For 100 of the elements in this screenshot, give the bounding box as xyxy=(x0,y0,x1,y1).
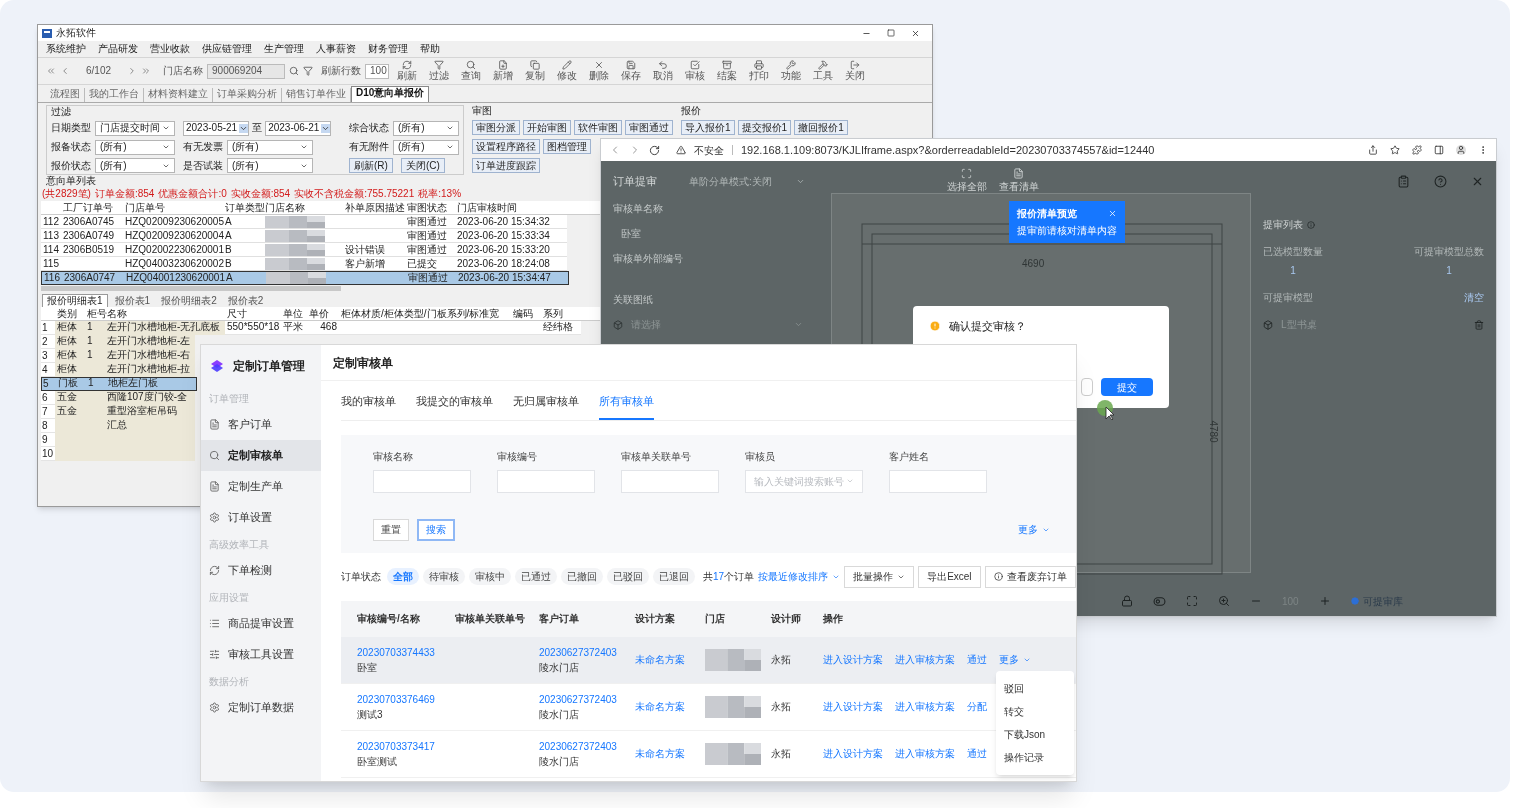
menu-item[interactable]: 供应链管理 xyxy=(202,43,252,55)
toolbar-button[interactable]: 新增 xyxy=(489,60,518,82)
form-button[interactable]: 软件审图 xyxy=(574,120,622,135)
profile-icon[interactable] xyxy=(1456,145,1466,155)
nav-item[interactable]: 定制审核单 xyxy=(201,440,321,471)
fit-view-icon[interactable] xyxy=(1186,595,1198,607)
toolbar-button[interactable]: 过滤 xyxy=(425,60,454,82)
nav-item[interactable]: 定制生产单 xyxy=(201,471,321,502)
select-field[interactable]: (所有) xyxy=(227,158,313,174)
first-record-icon[interactable] xyxy=(46,66,56,76)
form-button[interactable]: 刷新(R) xyxy=(349,158,393,174)
sort-dropdown[interactable]: 按最近修改排序 xyxy=(758,569,841,584)
table-row[interactable]: 9 xyxy=(41,433,195,447)
toolbar-button[interactable]: 刷新 xyxy=(393,60,422,82)
table-row[interactable]: 114 2306B0519 HZQ02002230620001B 设计错误 审图通过 2023-06-20 15:33:20 xyxy=(41,243,567,257)
plan-link[interactable]: 未命名方案 xyxy=(635,748,685,759)
search-button[interactable]: 搜索 xyxy=(417,518,455,541)
menu-item[interactable]: 生产管理 xyxy=(264,43,304,55)
order-number-link[interactable]: 20230627372403 xyxy=(539,691,635,707)
form-button[interactable]: 图档管理 xyxy=(543,139,591,154)
toolbar-button[interactable]: 打印 xyxy=(745,60,774,82)
date-field[interactable]: 2023-05-21 xyxy=(183,120,250,136)
menu-item[interactable]: 财务管理 xyxy=(368,43,408,55)
puzzle-icon[interactable] xyxy=(1412,145,1422,155)
status-chip[interactable]: 已通过 xyxy=(515,568,557,585)
help-icon[interactable] xyxy=(1434,174,1447,188)
input-field[interactable] xyxy=(889,469,987,493)
form-button[interactable]: 导入报价1 xyxy=(681,120,735,135)
select-field[interactable]: (所有) xyxy=(227,139,313,155)
tab[interactable]: D10意向单报价 xyxy=(351,86,430,102)
menu-item[interactable]: 转交 xyxy=(996,700,1074,723)
side-panel-icon[interactable] xyxy=(1434,145,1444,155)
form-button[interactable]: 设置程序路径 xyxy=(472,139,540,154)
nav-item[interactable]: 审核工具设置 xyxy=(201,639,321,670)
order-number-link[interactable]: 20230627372403 xyxy=(539,644,635,660)
status-chip[interactable]: 待审核 xyxy=(423,568,465,585)
select-field[interactable]: (所有) xyxy=(393,120,459,136)
toggle-icon[interactable] xyxy=(1153,594,1166,608)
close-icon[interactable] xyxy=(1108,209,1117,218)
table-row[interactable]: 8 汇总 xyxy=(41,419,195,433)
address-bar[interactable]: 192.168.1.109:8073/KJLIframe.aspx?&orderreadableId=20230703374557&id=12440 xyxy=(741,141,1155,159)
menu-item[interactable]: 系统维护 xyxy=(46,43,86,55)
toolbar-button[interactable]: 复制 xyxy=(521,60,550,82)
table-row[interactable]: 20230703374433 卧室 20230627372403 陵水门店 未命名方案 永拓 进入设计方案 进入审核方案 通过 更多 xyxy=(341,636,1076,684)
toolbar-button[interactable]: 保存 xyxy=(617,60,646,82)
table-row[interactable]: 3 柜体 1 左开门水槽地柜-右 xyxy=(41,349,195,363)
menu-item[interactable]: 帮助 xyxy=(420,43,440,55)
form-button[interactable]: 审图通过 xyxy=(625,120,673,135)
tab[interactable]: 报价明细表1 xyxy=(42,294,108,307)
action-link[interactable]: 通过 xyxy=(967,746,987,761)
tab[interactable]: 报价表1 xyxy=(110,295,155,307)
table-row[interactable]: 10 xyxy=(41,447,195,461)
toolbar-button[interactable]: 取消 xyxy=(649,60,678,82)
discarded-orders-button[interactable]: 查看废弃订单 xyxy=(984,565,1076,588)
reset-button[interactable]: 重置 xyxy=(373,518,409,541)
submit-button[interactable]: 提交 xyxy=(1101,378,1153,396)
maximize-icon[interactable] xyxy=(887,28,895,37)
toolbar-button[interactable]: 审核 xyxy=(681,60,710,82)
calendar-dropdown-icon[interactable] xyxy=(239,123,249,133)
action-link[interactable]: 通过 xyxy=(967,652,987,667)
select-field[interactable]: (所有) xyxy=(95,158,175,174)
table-row[interactable]: 5 门板 1 地柜左门板 xyxy=(41,377,197,391)
status-chip[interactable]: 已退回 xyxy=(653,568,695,585)
tab[interactable]: 流程图 xyxy=(46,88,85,102)
nav-item[interactable]: 下单检测 xyxy=(201,555,321,586)
tab[interactable]: 所有审核单 xyxy=(599,393,654,420)
toolbar-button[interactable]: 关闭 xyxy=(841,60,870,82)
bulk-action-button[interactable]: 批量操作 xyxy=(844,565,915,588)
input-field[interactable] xyxy=(497,469,595,493)
form-button[interactable]: 订单进度跟踪 xyxy=(472,158,540,173)
tab[interactable]: 无归属审核单 xyxy=(513,393,579,420)
menu-item[interactable]: 产品研发 xyxy=(98,43,138,55)
share-icon[interactable] xyxy=(1368,145,1378,155)
status-chip[interactable]: 已驳回 xyxy=(607,568,649,585)
clear-link[interactable]: 清空 xyxy=(1464,290,1484,305)
toolbar-button[interactable]: 删除 xyxy=(585,60,614,82)
action-link[interactable]: 进入设计方案 xyxy=(823,652,883,667)
zoom-in-icon[interactable] xyxy=(1318,595,1331,607)
reload-icon[interactable] xyxy=(649,144,660,156)
input-field[interactable] xyxy=(373,469,471,493)
select-field[interactable]: (所有) xyxy=(95,139,175,155)
form-button[interactable]: 提交报价1 xyxy=(737,120,792,135)
lock-icon[interactable] xyxy=(1121,595,1133,607)
action-link[interactable]: 进入审核方案 xyxy=(895,652,955,667)
status-chip[interactable]: 全部 xyxy=(387,568,419,585)
action-link[interactable]: 进入审核方案 xyxy=(895,699,955,714)
form-button[interactable]: 关闭(C) xyxy=(400,158,445,174)
form-button[interactable]: 撤回报价1 xyxy=(794,120,848,135)
calendar-dropdown-icon[interactable] xyxy=(321,123,331,133)
status-chip[interactable]: 审核中 xyxy=(469,568,511,585)
nav-item[interactable]: 定制订单数据 xyxy=(201,692,321,723)
table-row[interactable]: 1 柜体 1 左开门水槽地柜-无孔底板 550*550*18 平米 468 经纬格 xyxy=(41,321,581,335)
star-icon[interactable] xyxy=(1390,145,1400,155)
scrollbar[interactable] xyxy=(41,286,341,291)
action-link[interactable]: 进入设计方案 xyxy=(823,746,883,761)
menu-item[interactable]: 人事薪资 xyxy=(316,43,356,55)
toolbar-button[interactable]: 功能 xyxy=(777,60,806,82)
select-field[interactable]: (所有) xyxy=(393,139,459,155)
store-field[interactable]: 900069204 xyxy=(207,63,286,79)
more-link[interactable]: 更多 xyxy=(999,652,1031,667)
